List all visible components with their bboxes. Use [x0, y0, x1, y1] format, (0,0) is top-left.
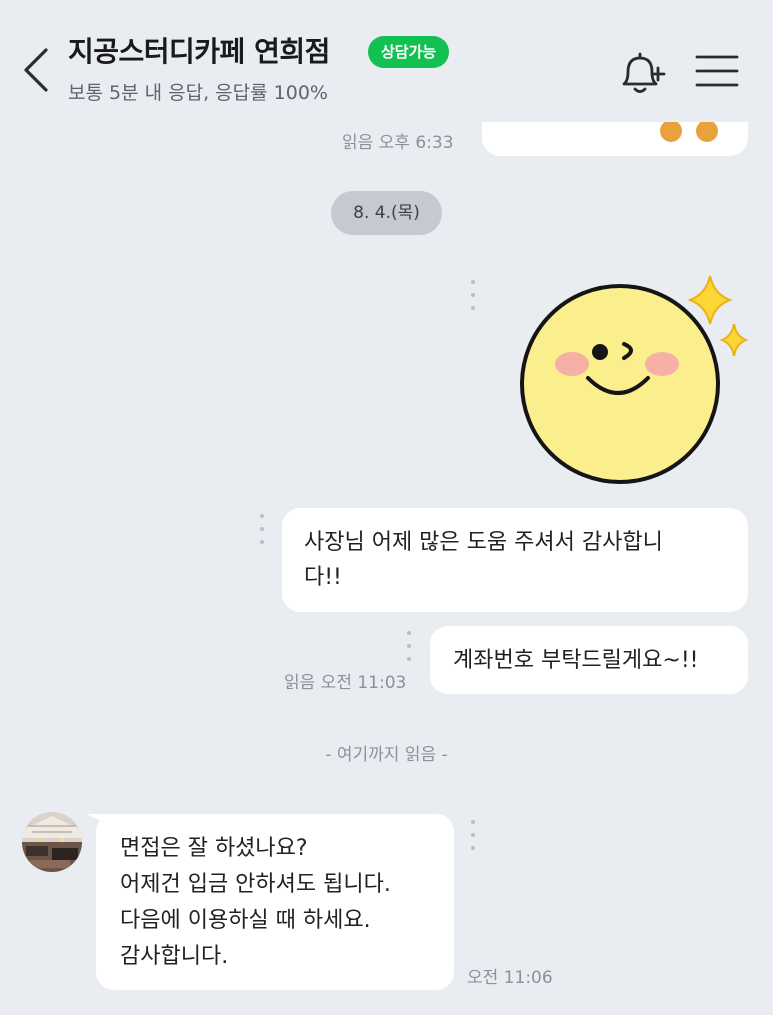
avatar-image [22, 812, 82, 872]
chat-title: 지공스터디카페 연희점 [68, 35, 330, 68]
chevron-left-icon [24, 48, 48, 92]
emoji-icon [660, 120, 682, 142]
hamburger-menu-icon [695, 55, 739, 87]
sent-message-bubble[interactable]: 계좌번호 부탁드릴게요~!! [430, 626, 748, 694]
status-badge: 상담가능 [368, 36, 450, 68]
sent-message-bubble[interactable]: 사장님 어제 많은 도움 주셔서 감사합니 다!! [282, 508, 748, 612]
message-options-button[interactable] [257, 514, 267, 544]
emoji-icon [696, 120, 718, 142]
chat-header: 지공스터디카페 연희점 상담가능 보통 5분 내 응답, 응답률 100% [0, 0, 773, 122]
date-divider: 8. 4.(목) [331, 191, 442, 235]
message-options-button[interactable] [468, 280, 478, 310]
back-button[interactable] [18, 42, 54, 98]
notification-button[interactable] [616, 48, 668, 98]
read-timestamp: 읽음 오전 11:03 [284, 673, 407, 693]
response-info: 보통 5분 내 응답, 응답률 100% [68, 82, 328, 104]
smiley-face-icon [520, 275, 749, 484]
message-options-button[interactable] [404, 631, 414, 661]
previous-read-time: 읽음 오후 6:33 [342, 133, 454, 153]
received-timestamp: 오전 11:06 [467, 968, 553, 988]
winking-smiley-sticker[interactable] [516, 270, 756, 488]
bell-plus-icon [622, 52, 666, 93]
menu-button[interactable] [694, 52, 740, 92]
read-up-to-here-divider: - 여기까지 읽음 - [325, 745, 448, 765]
message-options-button[interactable] [468, 820, 478, 850]
cafe-profile-avatar[interactable] [22, 812, 82, 872]
received-message-bubble[interactable]: 면접은 잘 하셨나요? 어제건 입금 안하셔도 됩니다. 다음에 이용하실 때 … [96, 814, 454, 990]
